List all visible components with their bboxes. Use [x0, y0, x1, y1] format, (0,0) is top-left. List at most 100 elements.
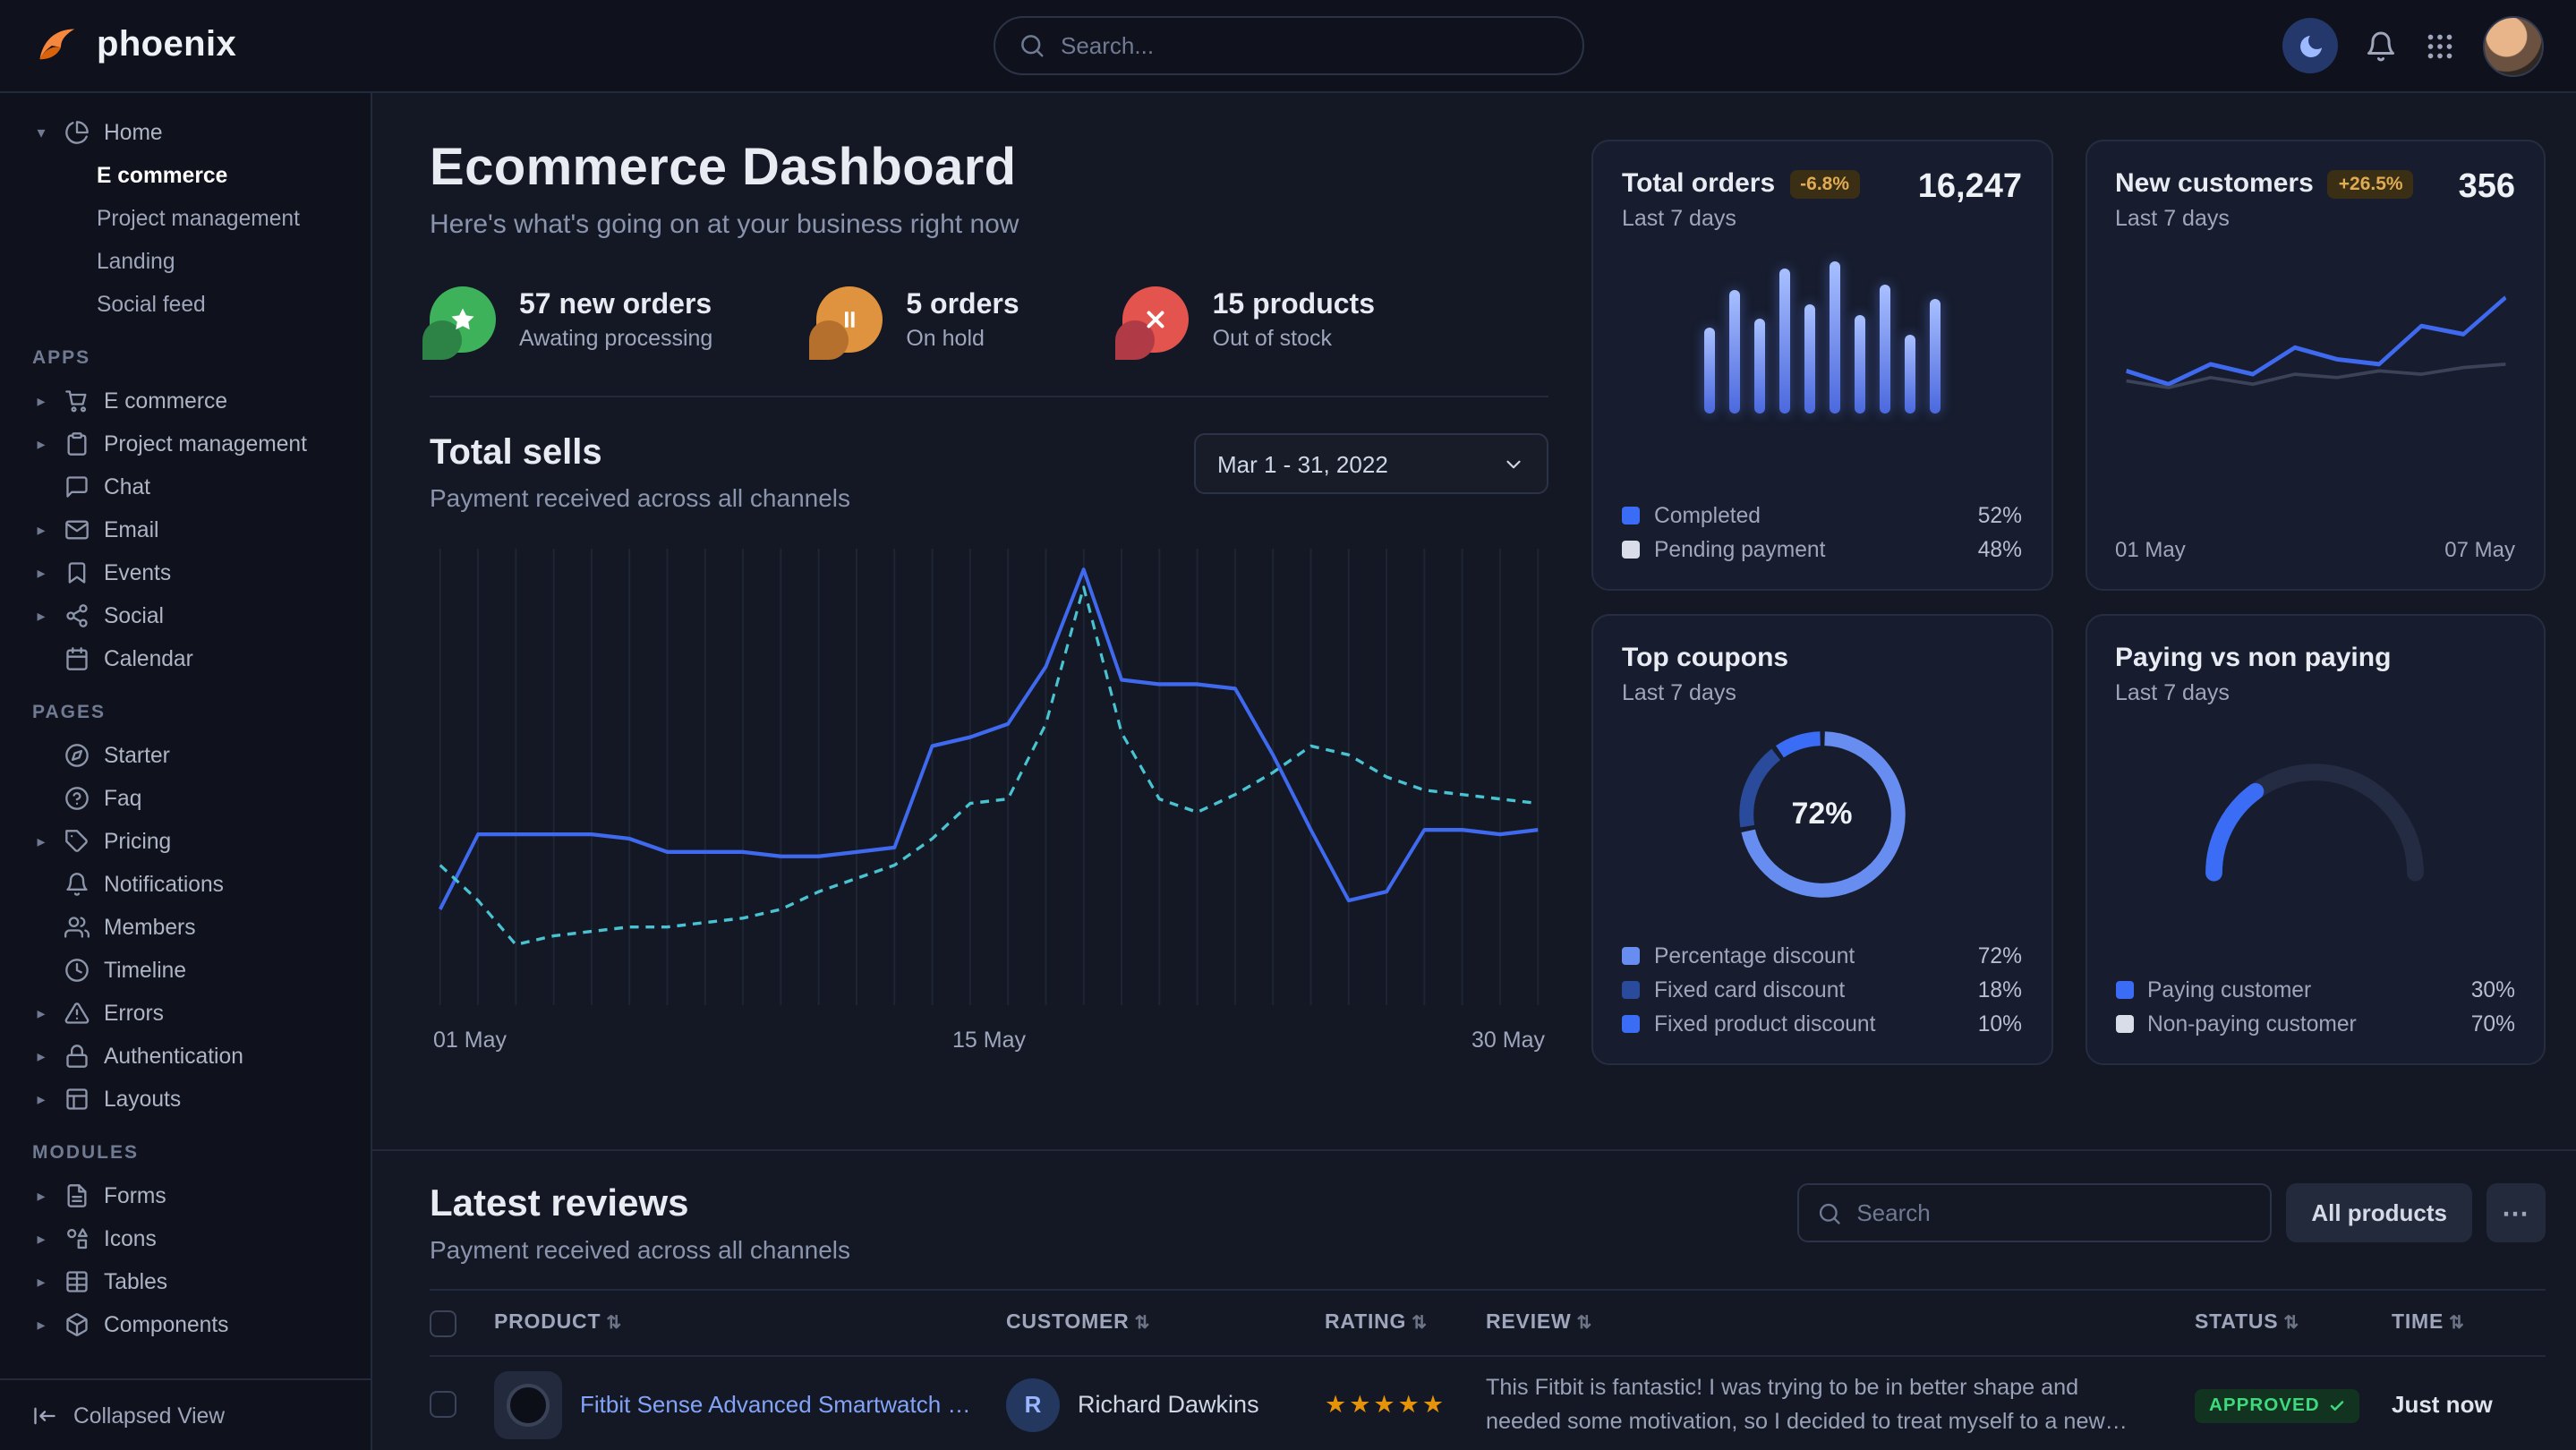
bar [1855, 315, 1865, 414]
sidebar-item-members[interactable]: Members [25, 906, 353, 949]
sidebar-item-icons[interactable]: ▸Icons [25, 1217, 353, 1260]
sidebar-item-tables[interactable]: ▸Tables [25, 1260, 353, 1303]
date-range-value: Mar 1 - 31, 2022 [1217, 450, 1388, 477]
sidebar-item-components[interactable]: ▸Components [25, 1303, 353, 1346]
caret-icon: ▸ [32, 520, 50, 540]
bar [1880, 286, 1890, 414]
reviews-search[interactable] [1797, 1183, 2272, 1242]
bar [1905, 335, 1915, 414]
total-sells-title: Total sells [430, 433, 850, 474]
sidebar-item-project-management[interactable]: ▸Project management [25, 422, 353, 465]
sidebar-item-chat[interactable]: Chat [25, 465, 353, 508]
row-checkbox[interactable] [430, 1391, 456, 1418]
mail-icon [64, 517, 90, 542]
sidebar-item-events[interactable]: ▸Events [25, 551, 353, 594]
stat-text: 15 productsOut of stock [1213, 289, 1375, 350]
sort-icon: ⇅ [1412, 1314, 1428, 1334]
column-header-status[interactable]: STATUS⇅ [2195, 1312, 2392, 1334]
theme-toggle-button[interactable] [2282, 18, 2338, 73]
check-icon [2329, 1397, 2345, 1413]
sidebar-item-notifications[interactable]: Notifications [25, 863, 353, 906]
apps-menu-button[interactable] [2424, 30, 2456, 62]
caret-icon: ▸ [32, 832, 50, 851]
trend-badge: +26.5% [2328, 169, 2414, 198]
sidebar-item-social-feed[interactable]: Social feed [25, 283, 353, 326]
reviews-search-input[interactable] [1856, 1199, 2252, 1226]
global-search[interactable] [993, 16, 1583, 75]
column-header-time[interactable]: TIME⇅ [2392, 1312, 2546, 1334]
table-body: Fitbit Sense Advanced Smartwatch with To… [430, 1357, 2546, 1450]
sidebar-item-authentication[interactable]: ▸Authentication [25, 1035, 353, 1078]
user-avatar[interactable] [2483, 15, 2544, 76]
product-link[interactable]: Fitbit Sense Advanced Smartwatch with To… [580, 1391, 981, 1418]
sidebar-item-label: Starter [104, 743, 170, 768]
sidebar-item-errors[interactable]: ▸Errors [25, 992, 353, 1035]
table-row: Fitbit Sense Advanced Smartwatch with To… [430, 1357, 2546, 1450]
collapse-view-label: Collapsed View [73, 1403, 225, 1428]
sidebar-item-label: Chat [104, 474, 150, 499]
pause-icon [836, 306, 863, 333]
sidebar-item-starter[interactable]: Starter [25, 734, 353, 777]
sidebar-item-label: Errors [104, 1001, 164, 1026]
legend-value: 72% [1978, 943, 2022, 968]
total-orders-legend: Completed52%Pending payment48% [1622, 503, 2022, 562]
sidebar-item-e-commerce[interactable]: ▸E commerce [25, 380, 353, 422]
sidebar-item-label: Forms [104, 1183, 166, 1208]
sort-icon: ⇅ [1577, 1314, 1593, 1334]
cart-icon [64, 388, 90, 414]
top-coupons-donut-chart: 72% [1727, 720, 1917, 909]
collapse-view-button[interactable]: Collapsed View [0, 1378, 371, 1450]
legend-label: Completed [1654, 503, 1964, 528]
stat-text: 5 ordersOn hold [906, 289, 1019, 350]
brand[interactable]: phoenix [32, 21, 236, 70]
select-all-checkbox[interactable] [430, 1309, 456, 1336]
new-customers-chart [2115, 245, 2515, 456]
column-header-review[interactable]: REVIEW⇅ [1486, 1312, 2195, 1334]
sidebar-item-layouts[interactable]: ▸Layouts [25, 1078, 353, 1121]
sidebar-item-landing[interactable]: Landing [25, 240, 353, 283]
product-cell: Fitbit Sense Advanced Smartwatch with To… [494, 1370, 1006, 1438]
sidebar-item-label: Home [104, 120, 163, 145]
sidebar-item-pricing[interactable]: ▸Pricing [25, 820, 353, 863]
bar [1754, 318, 1765, 414]
sidebar-section-label: PAGES [32, 702, 353, 723]
more-options-button[interactable]: ⋯ [2486, 1183, 2546, 1242]
sidebar-item-email[interactable]: ▸Email [25, 508, 353, 551]
sidebar-item-label: Timeline [104, 958, 186, 983]
card-period: Last 7 days [2115, 680, 2391, 705]
sort-icon: ⇅ [1135, 1314, 1151, 1334]
all-products-button[interactable]: All products [2286, 1183, 2472, 1242]
column-header-customer[interactable]: CUSTOMER⇅ [1006, 1312, 1325, 1334]
date-range-select[interactable]: Mar 1 - 31, 2022 [1194, 433, 1548, 494]
chevron-down-icon [1502, 452, 1525, 475]
sidebar-item-calendar[interactable]: Calendar [25, 637, 353, 680]
new-customers-x-axis: 01 May 07 May [2115, 537, 2515, 562]
legend-value: 48% [1978, 537, 2022, 562]
time-text: Just now [2392, 1391, 2546, 1418]
file-icon [64, 1183, 90, 1208]
global-search-input[interactable] [1061, 32, 1558, 59]
sidebar-item-project-management[interactable]: Project management [25, 197, 353, 240]
bell-icon [2365, 30, 2397, 62]
sidebar-item-forms[interactable]: ▸Forms [25, 1174, 353, 1217]
caret-icon: ▸ [32, 1272, 50, 1292]
x-label: 15 May [952, 1028, 1026, 1053]
bar [1930, 298, 1941, 414]
legend-label: Paying customer [2147, 977, 2457, 1002]
pause-badge [816, 286, 883, 353]
notifications-button[interactable] [2365, 30, 2397, 62]
sidebar-item-home[interactable]: ▾Home [25, 111, 353, 154]
legend-item: Fixed card discount18% [1622, 977, 2022, 1002]
sidebar-item-social[interactable]: ▸Social [25, 594, 353, 637]
sidebar-item-e-commerce[interactable]: E commerce [25, 154, 353, 197]
status-badge: APPROVED [2195, 1388, 2359, 1422]
x-icon [1143, 306, 1170, 333]
sidebar-item-timeline[interactable]: Timeline [25, 949, 353, 992]
legend-item: Completed52% [1622, 503, 2022, 528]
column-header-product[interactable]: PRODUCT⇅ [494, 1312, 1006, 1334]
sidebar-item-faq[interactable]: Faq [25, 777, 353, 820]
column-header-rating[interactable]: RATING⇅ [1325, 1312, 1486, 1334]
sort-icon: ⇅ [2283, 1314, 2299, 1334]
x-label: 07 May [2444, 537, 2515, 562]
legend-item: Paying customer30% [2115, 977, 2515, 1002]
